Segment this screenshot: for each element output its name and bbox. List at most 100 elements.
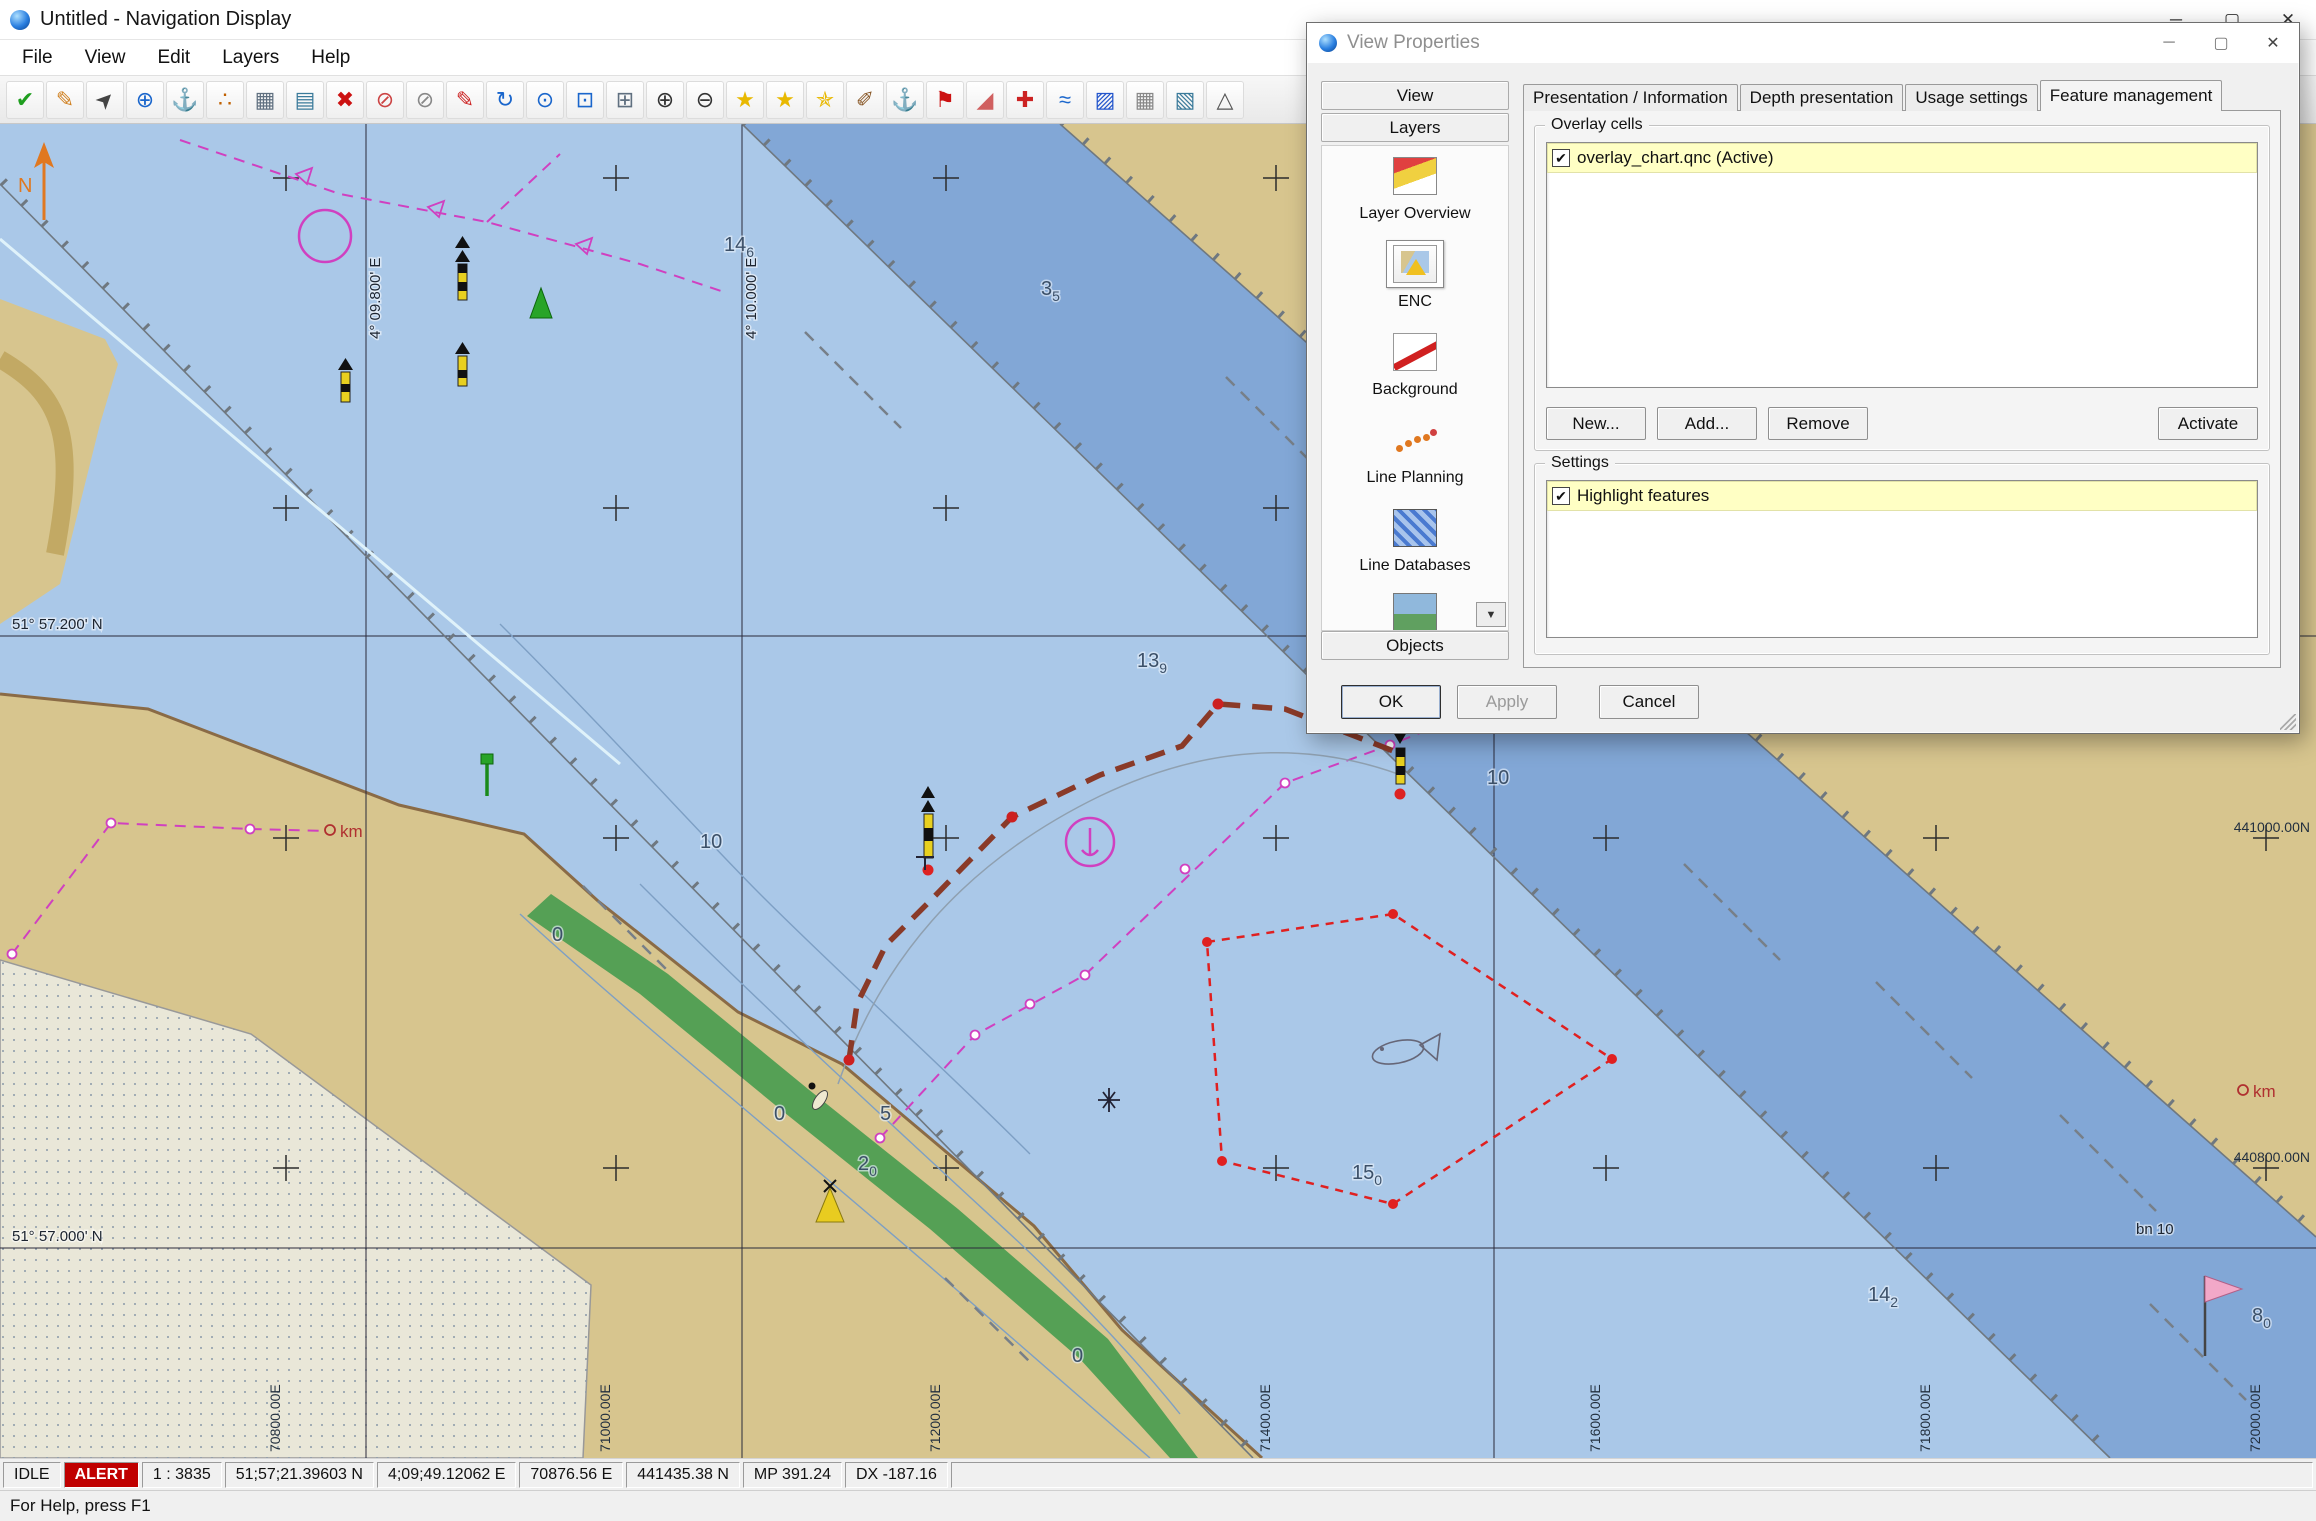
wave-icon[interactable]: ≈ (1046, 81, 1084, 119)
status-field: 4;09;49.12062 E (377, 1462, 516, 1488)
hatch-area-icon[interactable]: ▨ (1086, 81, 1124, 119)
tab-presentation-information[interactable]: Presentation / Information (1523, 84, 1738, 111)
application-window: Untitled - Navigation Display ─ ▢ ✕ File… (0, 0, 2316, 1521)
find-icon[interactable]: ⊙ (526, 81, 564, 119)
profile-icon[interactable]: △ (1206, 81, 1244, 119)
flag-icon[interactable]: ⚑ (926, 81, 964, 119)
overlay-cells-list[interactable]: ✔ overlay_chart.qnc (Active) (1546, 142, 2258, 388)
ok-button[interactable]: OK (1341, 685, 1441, 719)
globe-icon[interactable]: ⊕ (126, 81, 164, 119)
route-edit-icon[interactable]: ✐ (846, 81, 884, 119)
favorite-icon[interactable]: ★ (726, 81, 764, 119)
menu-layers[interactable]: Layers (206, 40, 295, 75)
zoom-previous-icon[interactable]: ⊘ (366, 81, 404, 119)
line-planning-icon (1393, 421, 1437, 459)
layers-item-enc[interactable]: ENC (1322, 234, 1508, 322)
cancel-button[interactable]: Cancel (1599, 685, 1699, 719)
area-fill-icon[interactable]: ◢ (966, 81, 1004, 119)
layers-item-line-planning[interactable]: Line Planning (1322, 410, 1508, 498)
enc-icon (1393, 245, 1437, 283)
tool-glyph: ⊙ (536, 89, 554, 111)
delete-icon[interactable]: ✖ (326, 81, 364, 119)
new-button[interactable]: New... (1546, 407, 1646, 440)
tool-glyph: ★ (735, 89, 755, 111)
settings-row-label: Highlight features (1577, 486, 1709, 506)
overlay-buttons: New... Add... Remove (1546, 407, 1868, 440)
overlay-cell-label: overlay_chart.qnc (Active) (1577, 148, 1774, 168)
dialog-titlebar[interactable]: View Properties ─ ▢ ✕ (1307, 23, 2299, 63)
svg-text:71800.00E: 71800.00E (1917, 1384, 1933, 1452)
svg-text:72000.00E: 72000.00E (2247, 1384, 2263, 1452)
layers-item-layer-overview[interactable]: Layer Overview (1322, 146, 1508, 234)
app-icon (10, 10, 30, 30)
layers-scroll-down-button[interactable]: ▼ (1476, 602, 1506, 627)
waypoints-icon[interactable]: ∴ (206, 81, 244, 119)
chart-check-icon[interactable]: ✔ (6, 81, 44, 119)
browse-cells-icon[interactable]: ⊞ (606, 81, 644, 119)
checkbox-checked-icon[interactable]: ✔ (1552, 487, 1570, 505)
chart-edit-icon[interactable]: ▧ (1166, 81, 1204, 119)
settings-label: Settings (1545, 454, 1615, 472)
tab-feature-management[interactable]: Feature management (2040, 80, 2223, 111)
svg-text:71000.00E: 71000.00E (597, 1384, 613, 1452)
nav-section-view[interactable]: View (1321, 81, 1509, 110)
overlay-cells-group: Overlay cells ✔ overlay_chart.qnc (Activ… (1534, 125, 2270, 451)
status-mode: IDLE (3, 1462, 61, 1488)
zoom-window-icon[interactable]: ⊡ (566, 81, 604, 119)
dialog-minimize-button[interactable]: ─ (2143, 23, 2195, 63)
tool-glyph: ⊘ (416, 89, 434, 111)
zoom-out-icon[interactable]: ⊖ (686, 81, 724, 119)
settings-list[interactable]: ✔ Highlight features (1546, 480, 2258, 638)
svg-text:N: N (18, 175, 32, 197)
dialog-close-button[interactable]: ✕ (2247, 23, 2299, 63)
tool-glyph: ✖ (336, 89, 354, 111)
grid-toggle-icon[interactable]: ▦ (1126, 81, 1164, 119)
dialog-controls: ─ ▢ ✕ (2143, 23, 2299, 63)
status-field: 1 : 3835 (142, 1462, 222, 1488)
settings-row[interactable]: ✔ Highlight features (1547, 481, 2257, 511)
refresh-icon[interactable]: ↻ (486, 81, 524, 119)
apply-button: Apply (1457, 685, 1557, 719)
svg-text:71200.00E: 71200.00E (927, 1384, 943, 1452)
resize-grip[interactable] (2280, 714, 2296, 730)
remove-button[interactable]: Remove (1768, 407, 1868, 440)
status-field: MP 391.24 (743, 1462, 842, 1488)
dialog-title: View Properties (1347, 32, 1480, 54)
tool-glyph: ★ (775, 89, 795, 111)
nav-section-objects[interactable]: Objects (1321, 631, 1509, 660)
svg-text:km: km (2253, 1082, 2276, 1101)
nav-section-layers[interactable]: Layers (1321, 113, 1509, 142)
zoom-in-icon[interactable]: ⊕ (646, 81, 684, 119)
anchor-icon[interactable]: ⚓ (886, 81, 924, 119)
layers-item-background[interactable]: Background (1322, 322, 1508, 410)
tool-glyph: ∴ (218, 89, 232, 111)
overlay-cell-row[interactable]: ✔ overlay_chart.qnc (Active) (1547, 143, 2257, 173)
pointer-icon[interactable]: ➤ (86, 81, 124, 119)
add-button[interactable]: Add... (1657, 407, 1757, 440)
favorite-2-icon[interactable]: ★ (766, 81, 804, 119)
menu-help[interactable]: Help (295, 40, 366, 75)
menu-file[interactable]: File (6, 40, 69, 75)
checkbox-checked-icon[interactable]: ✔ (1552, 149, 1570, 167)
menu-edit[interactable]: Edit (141, 40, 206, 75)
dialog-maximize-button[interactable]: ▢ (2195, 23, 2247, 63)
activate-button[interactable]: Activate (2158, 407, 2258, 440)
zoom-next-icon[interactable]: ⊘ (406, 81, 444, 119)
favorite-add-icon[interactable]: ✯ (806, 81, 844, 119)
red-pen-icon[interactable]: ✎ (446, 81, 484, 119)
tab-depth-presentation[interactable]: Depth presentation (1740, 84, 1904, 111)
anchor-route-icon[interactable]: ⚓ (166, 81, 204, 119)
window-title: Untitled - Navigation Display (40, 8, 291, 31)
svg-text:0: 0 (552, 924, 563, 946)
layers-item-line-databases[interactable]: Line Databases (1322, 498, 1508, 586)
status-field: 70876.56 E (519, 1462, 623, 1488)
status-alert-badge: ALERT (64, 1462, 139, 1488)
grid-cells-icon[interactable]: ▦ (246, 81, 284, 119)
edit-notes-icon[interactable]: ✎ (46, 81, 84, 119)
tab-usage-settings[interactable]: Usage settings (1905, 84, 2037, 111)
image-layers-icon[interactable]: ▤ (286, 81, 324, 119)
tool-glyph: ✚ (1016, 89, 1034, 111)
plot-cross-icon[interactable]: ✚ (1006, 81, 1044, 119)
svg-text:5: 5 (880, 1103, 891, 1125)
menu-view[interactable]: View (69, 40, 142, 75)
